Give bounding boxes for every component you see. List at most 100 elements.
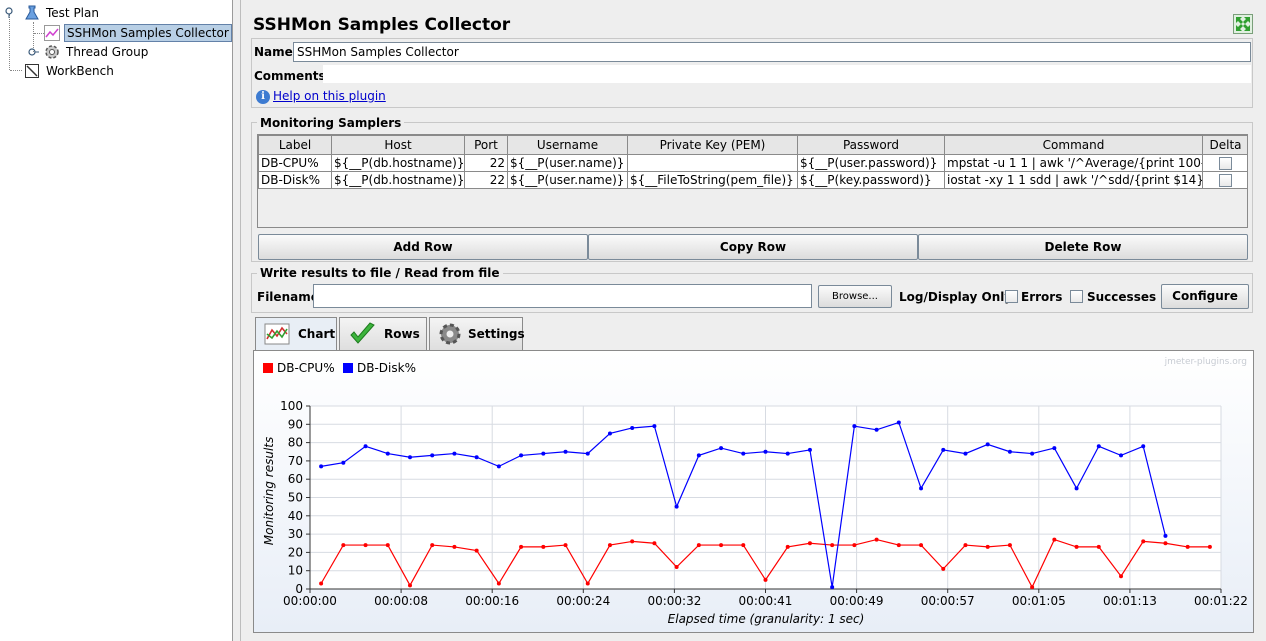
cell-host[interactable]: ${__P(db.hostname)} xyxy=(331,154,465,172)
monitoring-chart[interactable]: 010203040506070809010000:00:00 00:00:08 00… xyxy=(253,351,1252,632)
data-point-disk xyxy=(1119,453,1124,458)
cell-password[interactable]: ${__P(user.password)} xyxy=(797,154,945,172)
column-header[interactable]: Label xyxy=(258,135,332,155)
configure-button[interactable]: Configure xyxy=(1161,284,1249,309)
y-tick-label: 70 xyxy=(288,454,303,468)
errors-label: Errors xyxy=(1021,290,1063,304)
cell-port[interactable]: 22 xyxy=(464,154,508,172)
expand-icon xyxy=(1236,17,1250,31)
watermark: jmeter-plugins.org xyxy=(1164,357,1247,367)
data-point-cpu xyxy=(585,581,590,586)
cell-pem[interactable] xyxy=(627,154,798,172)
data-point-disk xyxy=(763,449,768,454)
monitoring-samplers-title: Monitoring Samplers xyxy=(257,116,405,130)
gear-icon xyxy=(44,44,60,60)
data-point-disk xyxy=(719,446,724,451)
cell-delta[interactable] xyxy=(1202,171,1247,189)
data-point-disk xyxy=(363,444,368,449)
data-point-disk xyxy=(630,425,635,430)
column-header[interactable]: Port xyxy=(464,135,508,155)
column-header[interactable]: Username xyxy=(507,135,628,155)
data-point-cpu xyxy=(1141,539,1146,544)
data-point-disk xyxy=(1030,451,1035,456)
data-point-disk xyxy=(919,486,924,491)
x-tick-label: 00:00:00 xyxy=(283,594,337,608)
cell-host[interactable]: ${__P(db.hostname)} xyxy=(331,171,465,189)
data-point-disk xyxy=(430,453,435,458)
x-axis-label: Elapsed time (granularity: 1 sec) xyxy=(668,612,865,626)
delta-checkbox[interactable] xyxy=(1219,174,1232,187)
tab-chart[interactable]: Chart xyxy=(255,317,337,351)
y-axis-label: Monitoring results xyxy=(262,437,276,545)
tree-item-label: Test Plan xyxy=(46,6,99,20)
data-point-cpu xyxy=(985,544,990,549)
data-point-disk xyxy=(452,451,457,456)
cell-username[interactable]: ${__P(user.name)} xyxy=(507,171,628,189)
browse-button[interactable]: Browse... xyxy=(818,285,892,308)
copy-row-button[interactable]: Copy Row xyxy=(588,234,918,260)
data-point-disk xyxy=(807,447,812,452)
data-point-cpu xyxy=(1052,537,1057,542)
cell-command[interactable]: mpstat -u 1 1 | awk '/^Average/{print 10… xyxy=(944,154,1203,172)
data-point-disk xyxy=(319,464,324,469)
table-row[interactable]: DB-Disk% ${__P(db.hostname)} 22 ${__P(us… xyxy=(258,171,1247,189)
data-point-disk xyxy=(941,447,946,452)
errors-checkbox[interactable] xyxy=(1005,290,1018,303)
data-point-disk xyxy=(1007,449,1012,454)
split-pane-divider[interactable] xyxy=(233,0,241,641)
data-point-cpu xyxy=(1119,574,1124,579)
name-field[interactable]: SSHMon Samples Collector xyxy=(293,42,1251,62)
data-point-disk xyxy=(496,464,501,469)
column-header[interactable]: Private Key (PEM) xyxy=(627,135,798,155)
maximize-button[interactable] xyxy=(1233,14,1253,34)
cell-username[interactable]: ${__P(user.name)} xyxy=(507,154,628,172)
tree-item-label: WorkBench xyxy=(46,64,114,78)
data-point-disk xyxy=(1141,444,1146,449)
data-point-disk xyxy=(607,431,612,436)
delete-row-button[interactable]: Delete Row xyxy=(918,234,1248,260)
info-icon: i xyxy=(256,90,270,104)
data-point-cpu xyxy=(896,543,901,548)
x-tick-label: 00:00:57 xyxy=(921,594,975,608)
data-point-cpu xyxy=(430,543,435,548)
data-point-cpu xyxy=(474,548,479,553)
filename-input[interactable] xyxy=(313,284,812,308)
tab-settings[interactable]: Settings xyxy=(429,317,525,350)
tab-label: Chart xyxy=(298,327,336,341)
legend-swatch-cpu xyxy=(263,363,273,373)
chart-icon xyxy=(44,25,60,41)
cell-pem[interactable]: ${__FileToString(pem_file)} xyxy=(627,171,798,189)
data-point-disk xyxy=(830,585,835,590)
comments-field[interactable] xyxy=(323,65,1251,83)
add-row-button[interactable]: Add Row xyxy=(258,234,588,260)
y-tick-label: 90 xyxy=(288,417,303,431)
data-point-disk xyxy=(563,449,568,454)
x-tick-label: 00:00:49 xyxy=(830,594,884,608)
x-tick-label: 00:01:22 xyxy=(1194,594,1248,608)
cell-command[interactable]: iostat -xy 1 1 sdd | awk '/^sdd/{print $… xyxy=(944,171,1203,189)
successes-checkbox[interactable] xyxy=(1070,290,1083,303)
tab-rows[interactable]: Rows xyxy=(339,317,427,350)
column-header[interactable]: Command xyxy=(944,135,1203,155)
data-point-cpu xyxy=(1096,544,1101,549)
chart-legend: DB-CPU% DB-Disk% xyxy=(263,361,416,375)
column-header[interactable]: Password xyxy=(797,135,945,155)
data-point-cpu xyxy=(363,543,368,548)
data-point-disk xyxy=(474,455,479,460)
data-point-cpu xyxy=(941,566,946,571)
test-plan-tree[interactable]: Test Plan SSHMon Samples Collector Threa… xyxy=(0,0,233,641)
cell-delta[interactable] xyxy=(1202,154,1247,172)
data-point-disk xyxy=(652,424,657,429)
cell-label[interactable]: DB-Disk% xyxy=(258,171,332,189)
cell-label[interactable]: DB-CPU% xyxy=(258,154,332,172)
delta-checkbox[interactable] xyxy=(1219,157,1232,170)
legend-label-cpu: DB-CPU% xyxy=(277,361,335,375)
table-row[interactable]: DB-CPU% ${__P(db.hostname)} 22 ${__P(use… xyxy=(258,154,1247,172)
cell-port[interactable]: 22 xyxy=(464,171,508,189)
data-point-cpu xyxy=(452,544,457,549)
column-header[interactable]: Host xyxy=(331,135,465,155)
help-link[interactable]: Help on this plugin xyxy=(273,89,386,103)
data-point-disk xyxy=(896,420,901,425)
column-header[interactable]: Delta xyxy=(1202,135,1247,155)
cell-password[interactable]: ${__P(key.password)} xyxy=(797,171,945,189)
